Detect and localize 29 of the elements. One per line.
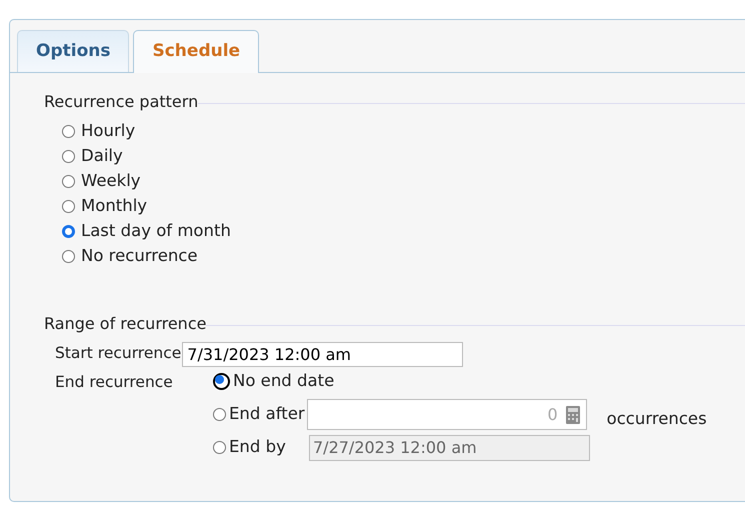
radio-button[interactable]: [213, 373, 230, 390]
end-date-field[interactable]: 7/27/2023 12:00 am: [309, 434, 590, 460]
option-label: No recurrence: [81, 245, 198, 268]
option-label: Hourly: [81, 120, 136, 142]
calculator-icon[interactable]: [566, 406, 580, 424]
field-label: End recurrence: [55, 372, 174, 393]
field-value: 0: [547, 404, 558, 426]
section-legend: Recurrence pattern: [44, 91, 198, 113]
tab[interactable]: Schedule: [133, 30, 260, 73]
option-label: Daily: [81, 145, 123, 168]
radio-button[interactable]: [62, 175, 75, 188]
option-label: End by: [229, 436, 287, 458]
tab[interactable]: Options: [17, 30, 130, 72]
radio-button[interactable]: [213, 441, 226, 454]
unit-label: occurrences: [606, 408, 707, 430]
start-date-field[interactable]: 7/31/2023 12:00 am: [182, 342, 464, 366]
option-label: No end date: [233, 370, 334, 392]
section-legend: Range of recurrence: [44, 313, 206, 335]
field-label: Start recurrence: [55, 343, 182, 364]
radio-button[interactable]: [62, 125, 75, 138]
radio-button[interactable]: [62, 225, 75, 238]
radio-button[interactable]: [62, 200, 75, 213]
option-label: End after: [229, 403, 305, 426]
radio-button[interactable]: [62, 150, 75, 163]
radio-button[interactable]: [213, 408, 226, 421]
option-label: Last day of month: [81, 220, 231, 242]
radio-button[interactable]: [62, 250, 75, 263]
option-label: Monthly: [81, 195, 148, 218]
option-label: Weekly: [81, 170, 141, 192]
